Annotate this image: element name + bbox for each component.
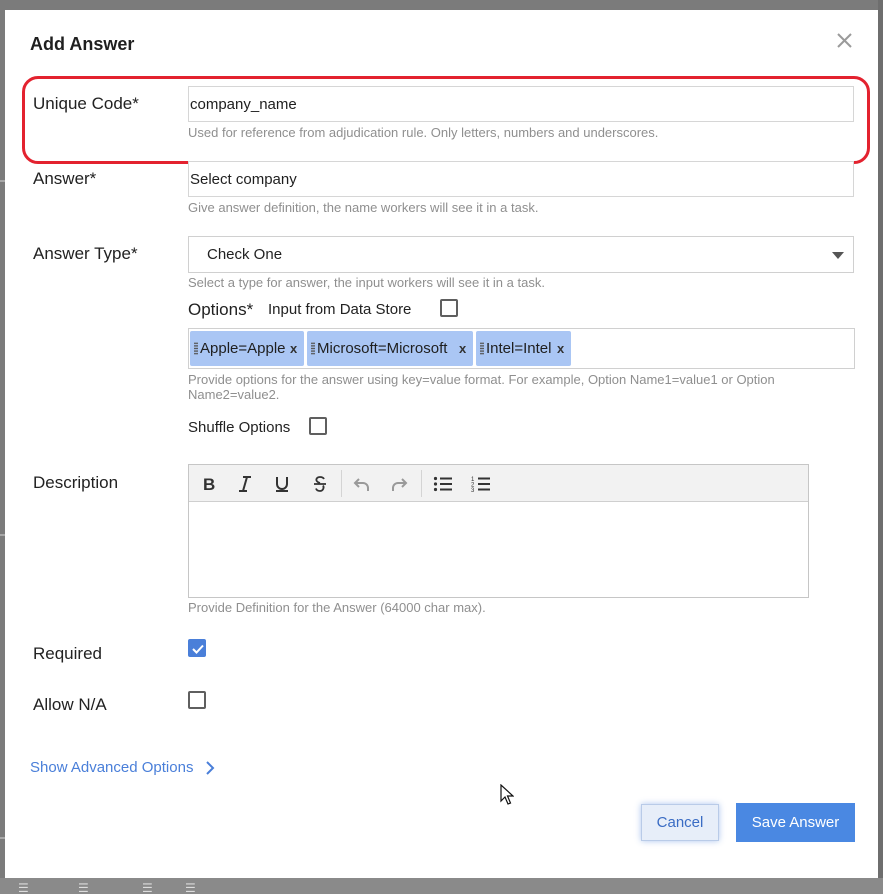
background-list-icon: ☰: [18, 881, 29, 894]
allow-na-checkbox[interactable]: [188, 691, 206, 709]
drag-handle-icon[interactable]: [480, 342, 484, 355]
data-store-checkbox[interactable]: [440, 299, 458, 317]
remove-tag-icon[interactable]: x: [459, 331, 466, 366]
svg-text:B: B: [203, 475, 215, 493]
redo-icon[interactable]: [386, 471, 412, 497]
drag-handle-icon[interactable]: [311, 342, 315, 355]
option-tag-label: Microsoft=Microsoft: [317, 340, 448, 357]
answer-label: Answer*: [33, 169, 97, 188]
answer-type-hint: Select a type for answer, the input work…: [188, 275, 545, 290]
remove-tag-icon[interactable]: x: [557, 331, 564, 366]
required-label: Required: [33, 644, 102, 663]
allow-na-label: Allow N/A: [33, 695, 107, 714]
options-hint-line1: Provide options for the answer using key…: [188, 372, 775, 387]
shuffle-options-label: Shuffle Options: [188, 419, 291, 436]
chevron-down-icon: [832, 252, 844, 259]
background-page-edge: [878, 0, 883, 894]
italic-icon[interactable]: [232, 471, 258, 497]
options-tags-input[interactable]: Apple=Apple x Microsoft=Microsoft x Inte…: [188, 328, 855, 369]
option-tag[interactable]: Microsoft=Microsoft x: [307, 331, 473, 366]
numbered-list-icon[interactable]: 123: [468, 471, 494, 497]
show-advanced-options-label: Show Advanced Options: [30, 759, 194, 776]
answer-type-value: Check One: [207, 246, 283, 263]
remove-tag-icon[interactable]: x: [290, 331, 297, 366]
drag-handle-icon[interactable]: [194, 342, 198, 355]
answer-input[interactable]: [188, 161, 854, 197]
underline-icon[interactable]: [269, 471, 295, 497]
shuffle-options-checkbox[interactable]: [309, 417, 327, 435]
background-list-icon: ☰: [78, 881, 89, 894]
chevron-right-icon: [206, 760, 215, 775]
save-answer-button[interactable]: Save Answer: [736, 803, 855, 842]
option-tag[interactable]: Intel=Intel x: [476, 331, 571, 366]
unique-code-input[interactable]: [188, 86, 854, 122]
description-hint: Provide Definition for the Answer (64000…: [188, 600, 486, 615]
checkmark-icon: [192, 644, 204, 654]
undo-icon[interactable]: [349, 471, 375, 497]
editor-toolbar: B 123: [189, 465, 808, 502]
data-store-label: Input from Data Store: [268, 301, 412, 318]
strikethrough-icon[interactable]: [307, 471, 333, 497]
answer-hint: Give answer definition, the name workers…: [188, 200, 539, 215]
bulleted-list-icon[interactable]: [430, 471, 456, 497]
description-editor: B 123: [188, 464, 809, 598]
unique-code-label: Unique Code*: [33, 94, 139, 113]
option-tag-label: Intel=Intel: [486, 340, 552, 357]
description-label: Description: [33, 473, 119, 492]
options-hint-line2: Name2=value2.: [188, 387, 280, 402]
show-advanced-options-link[interactable]: Show Advanced Options: [30, 759, 215, 776]
background-list-icon: ☰: [185, 881, 196, 894]
option-tag-label: Apple=Apple: [200, 340, 286, 357]
option-tag[interactable]: Apple=Apple x: [190, 331, 304, 366]
svg-text:3: 3: [471, 488, 475, 493]
close-icon[interactable]: [834, 30, 856, 52]
add-answer-dialog: Add Answer Unique Code* Used for referen…: [5, 10, 878, 878]
dialog-title: Add Answer: [30, 34, 135, 54]
bold-icon[interactable]: B: [196, 471, 222, 497]
background-page-footer: [0, 878, 883, 894]
required-checkbox[interactable]: [188, 639, 206, 657]
toolbar-divider: [421, 470, 422, 497]
options-label: Options*: [188, 300, 254, 319]
unique-code-hint: Used for reference from adjudication rul…: [188, 125, 659, 140]
cancel-button[interactable]: Cancel: [641, 804, 719, 841]
mouse-cursor-icon: [500, 783, 515, 811]
toolbar-divider: [341, 470, 342, 497]
background-list-icon: ☰: [142, 881, 153, 894]
description-text-area[interactable]: [189, 503, 808, 597]
answer-type-select[interactable]: Check One: [188, 236, 854, 273]
answer-type-label: Answer Type*: [33, 244, 138, 263]
